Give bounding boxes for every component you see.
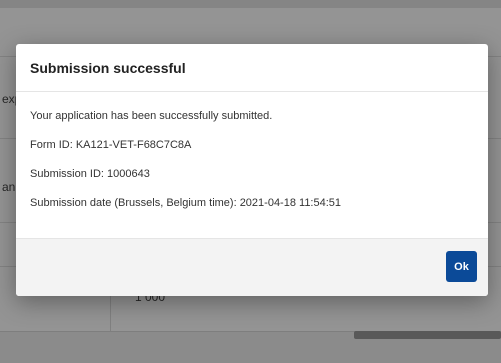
success-message: Your application has been successfully s… [30,110,273,122]
dialog-footer: Ok [16,238,488,296]
dialog-header: Submission successful [16,44,488,92]
submission-id-text: Submission ID: 1000643 [30,168,150,180]
submission-date-text: Submission date (Brussels, Belgium time)… [30,197,342,209]
form-id-text: Form ID: KA121-VET-F68C7C8A [30,139,192,151]
dialog-title: Submission successful [30,59,186,76]
submission-dialog: Submission successful Your application h… [16,44,488,296]
ok-button[interactable]: Ok [446,251,477,282]
dialog-body: Your application has been successfully s… [16,92,488,237]
